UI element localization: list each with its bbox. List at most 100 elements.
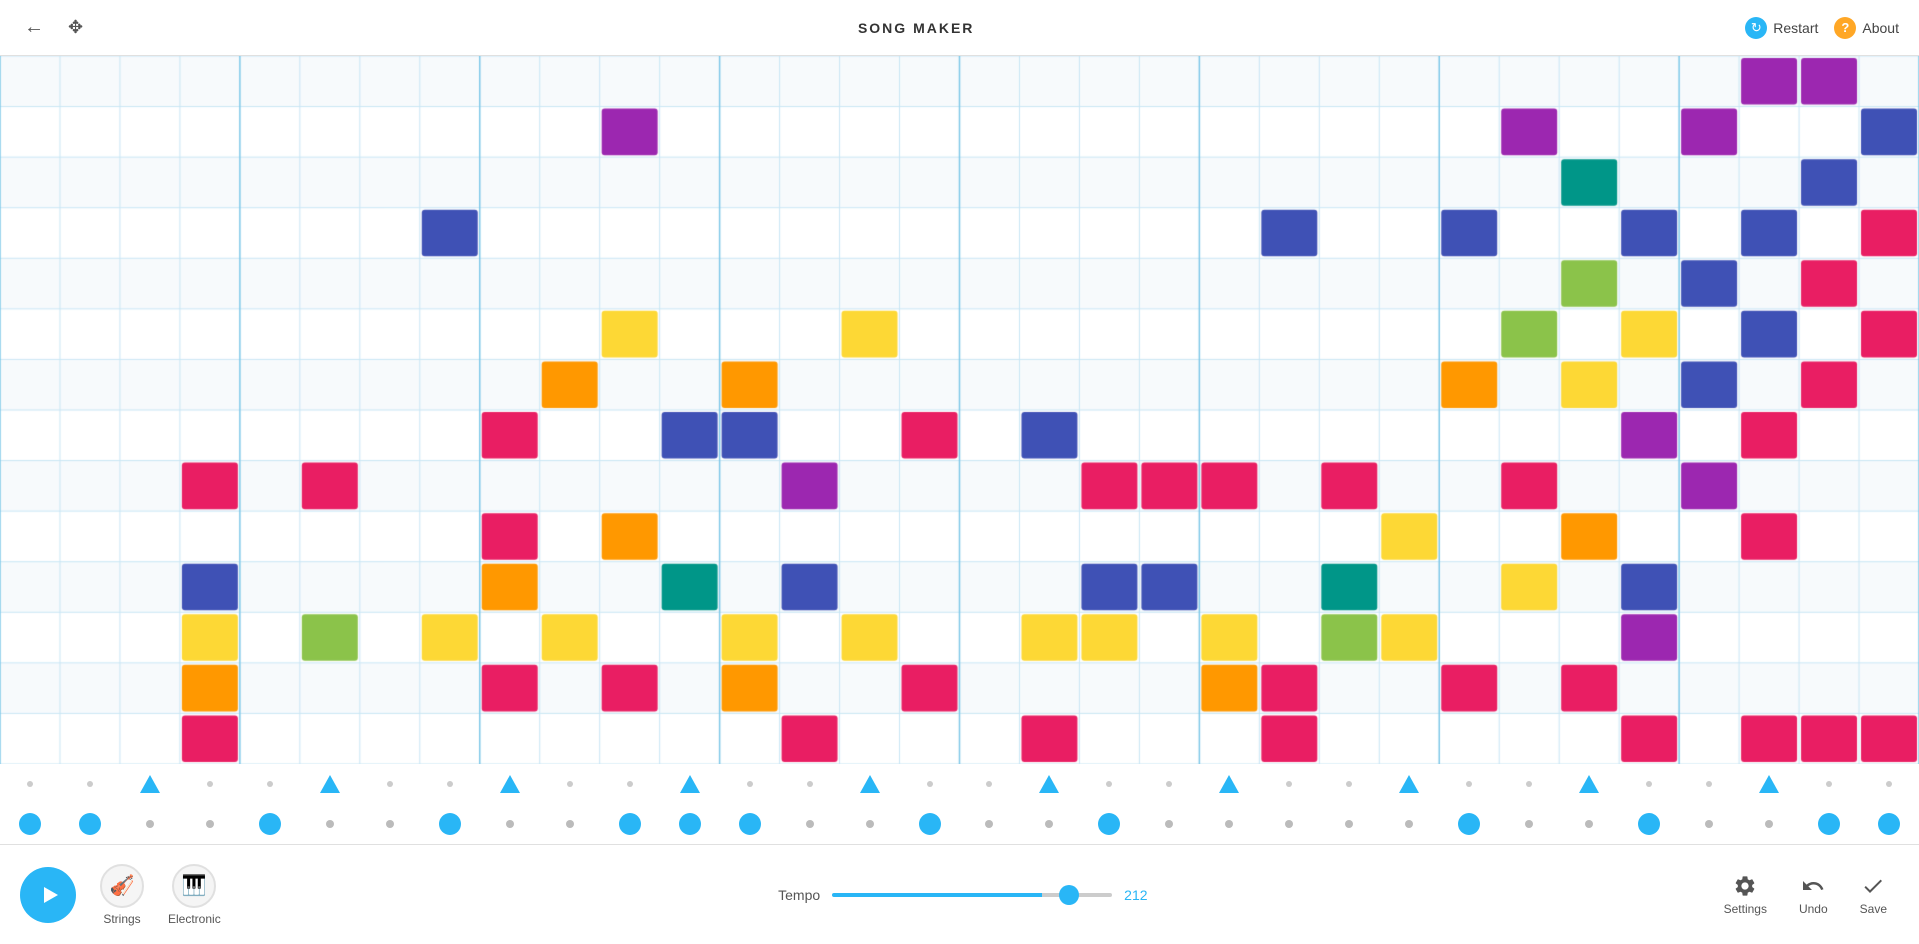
play-button[interactable]: [20, 867, 76, 923]
header-right: ↻ Restart ? About: [1745, 17, 1899, 39]
perc-triangle-cell[interactable]: [1619, 781, 1679, 787]
perc-dot-active: [1458, 813, 1480, 835]
perc-triangle-cell[interactable]: [1139, 781, 1199, 787]
perc-triangle-inactive: [1466, 781, 1472, 787]
restart-icon: ↻: [1745, 17, 1767, 39]
perc-triangle-cell[interactable]: [480, 775, 540, 793]
perc-triangle-cell[interactable]: [120, 775, 180, 793]
strings-button[interactable]: 🎻 Strings: [100, 864, 144, 926]
perc-dot-cell[interactable]: [900, 813, 960, 835]
perc-dot-cell[interactable]: [720, 813, 780, 835]
perc-dot-cell[interactable]: [1319, 820, 1379, 828]
perc-dot-cell[interactable]: [1739, 820, 1799, 828]
perc-triangle-cell[interactable]: [1439, 781, 1499, 787]
perc-triangle-cell[interactable]: [1079, 781, 1139, 787]
perc-dot-cell[interactable]: [1139, 820, 1199, 828]
perc-triangle-inactive: [567, 781, 573, 787]
perc-dot-active: [19, 813, 41, 835]
perc-dot-cell[interactable]: [540, 820, 600, 828]
move-button[interactable]: ✥: [64, 13, 87, 42]
perc-dot-cell[interactable]: [960, 820, 1020, 828]
perc-dot-cell[interactable]: [60, 813, 120, 835]
note-grid[interactable]: [0, 56, 1919, 764]
perc-triangle-cell[interactable]: [660, 775, 720, 793]
restart-button[interactable]: ↻ Restart: [1745, 17, 1818, 39]
perc-triangle-cell[interactable]: [1319, 781, 1379, 787]
perc-triangle-cell[interactable]: [960, 781, 1020, 787]
perc-triangle-cell[interactable]: [540, 781, 600, 787]
perc-triangle-cell[interactable]: [1019, 775, 1079, 793]
perc-triangle-cell[interactable]: [900, 781, 960, 787]
perc-dot-cell[interactable]: [840, 820, 900, 828]
perc-dot-cell[interactable]: [180, 820, 240, 828]
tempo-slider[interactable]: [832, 893, 1112, 897]
perc-dot-inactive: [206, 820, 214, 828]
perc-triangle-cell[interactable]: [240, 781, 300, 787]
perc-dot-inactive: [566, 820, 574, 828]
perc-dot-cell[interactable]: [1079, 813, 1139, 835]
about-button[interactable]: ? About: [1834, 17, 1899, 39]
perc-dot-cell[interactable]: [120, 820, 180, 828]
perc-triangle-cell[interactable]: [600, 781, 660, 787]
perc-triangle-cell[interactable]: [1259, 781, 1319, 787]
main-area: [0, 56, 1919, 844]
perc-dot-cell[interactable]: [0, 813, 60, 835]
right-controls: Settings Undo Save: [1712, 866, 1899, 924]
electronic-icon: 🎹: [172, 864, 216, 908]
perc-dot-cell[interactable]: [420, 813, 480, 835]
perc-triangle-cell[interactable]: [1739, 775, 1799, 793]
perc-dot-cell[interactable]: [240, 813, 300, 835]
perc-dot-active: [1818, 813, 1840, 835]
perc-dot-cell[interactable]: [1379, 820, 1439, 828]
perc-triangle-inactive: [387, 781, 393, 787]
save-button[interactable]: Save: [1848, 866, 1899, 924]
perc-triangle-cell[interactable]: [60, 781, 120, 787]
settings-label: Settings: [1724, 902, 1767, 916]
perc-triangle-cell[interactable]: [1799, 781, 1859, 787]
perc-triangle-cell[interactable]: [840, 775, 900, 793]
perc-triangle-inactive: [447, 781, 453, 787]
perc-triangle-cell[interactable]: [360, 781, 420, 787]
perc-triangle-cell[interactable]: [1559, 775, 1619, 793]
perc-dot-cell[interactable]: [360, 820, 420, 828]
perc-dot-cell[interactable]: [600, 813, 660, 835]
perc-triangle-cell[interactable]: [420, 781, 480, 787]
perc-dot-cell[interactable]: [1859, 813, 1919, 835]
perc-triangle-cell[interactable]: [1199, 775, 1259, 793]
perc-triangle-cell[interactable]: [300, 775, 360, 793]
perc-dot-cell[interactable]: [1799, 813, 1859, 835]
perc-dot-cell[interactable]: [1259, 820, 1319, 828]
perc-triangle-cell[interactable]: [1859, 781, 1919, 787]
perc-triangle-cell[interactable]: [1679, 781, 1739, 787]
electronic-button[interactable]: 🎹 Electronic: [168, 864, 221, 926]
perc-triangle-active: [1399, 775, 1419, 793]
perc-triangle-cell[interactable]: [0, 781, 60, 787]
perc-dot-cell[interactable]: [1439, 813, 1499, 835]
save-label: Save: [1860, 902, 1887, 916]
perc-dot-cell[interactable]: [1199, 820, 1259, 828]
perc-dot-cell[interactable]: [660, 813, 720, 835]
perc-dot-inactive: [326, 820, 334, 828]
perc-dot-inactive: [1765, 820, 1773, 828]
undo-icon: [1801, 874, 1825, 898]
perc-triangle-cell[interactable]: [780, 781, 840, 787]
perc-dot-cell[interactable]: [1619, 813, 1679, 835]
perc-triangle-cell[interactable]: [720, 781, 780, 787]
perc-dot-cell[interactable]: [1559, 820, 1619, 828]
perc-dot-cell[interactable]: [480, 820, 540, 828]
perc-dot-cell[interactable]: [1499, 820, 1559, 828]
perc-dot-cell[interactable]: [300, 820, 360, 828]
perc-triangle-cell[interactable]: [180, 781, 240, 787]
perc-dot-inactive: [386, 820, 394, 828]
perc-dot-cell[interactable]: [780, 820, 840, 828]
perc-dot-active: [679, 813, 701, 835]
perc-triangle-cell[interactable]: [1379, 775, 1439, 793]
undo-button[interactable]: Undo: [1787, 866, 1840, 924]
perc-triangle-cell[interactable]: [1499, 781, 1559, 787]
back-button[interactable]: ←: [20, 12, 48, 43]
perc-dot-cell[interactable]: [1679, 820, 1739, 828]
settings-button[interactable]: Settings: [1712, 866, 1779, 924]
footer: 🎻 Strings 🎹 Electronic Tempo 212 Setting…: [0, 844, 1919, 944]
perc-triangle-inactive: [1106, 781, 1112, 787]
perc-dot-cell[interactable]: [1019, 820, 1079, 828]
